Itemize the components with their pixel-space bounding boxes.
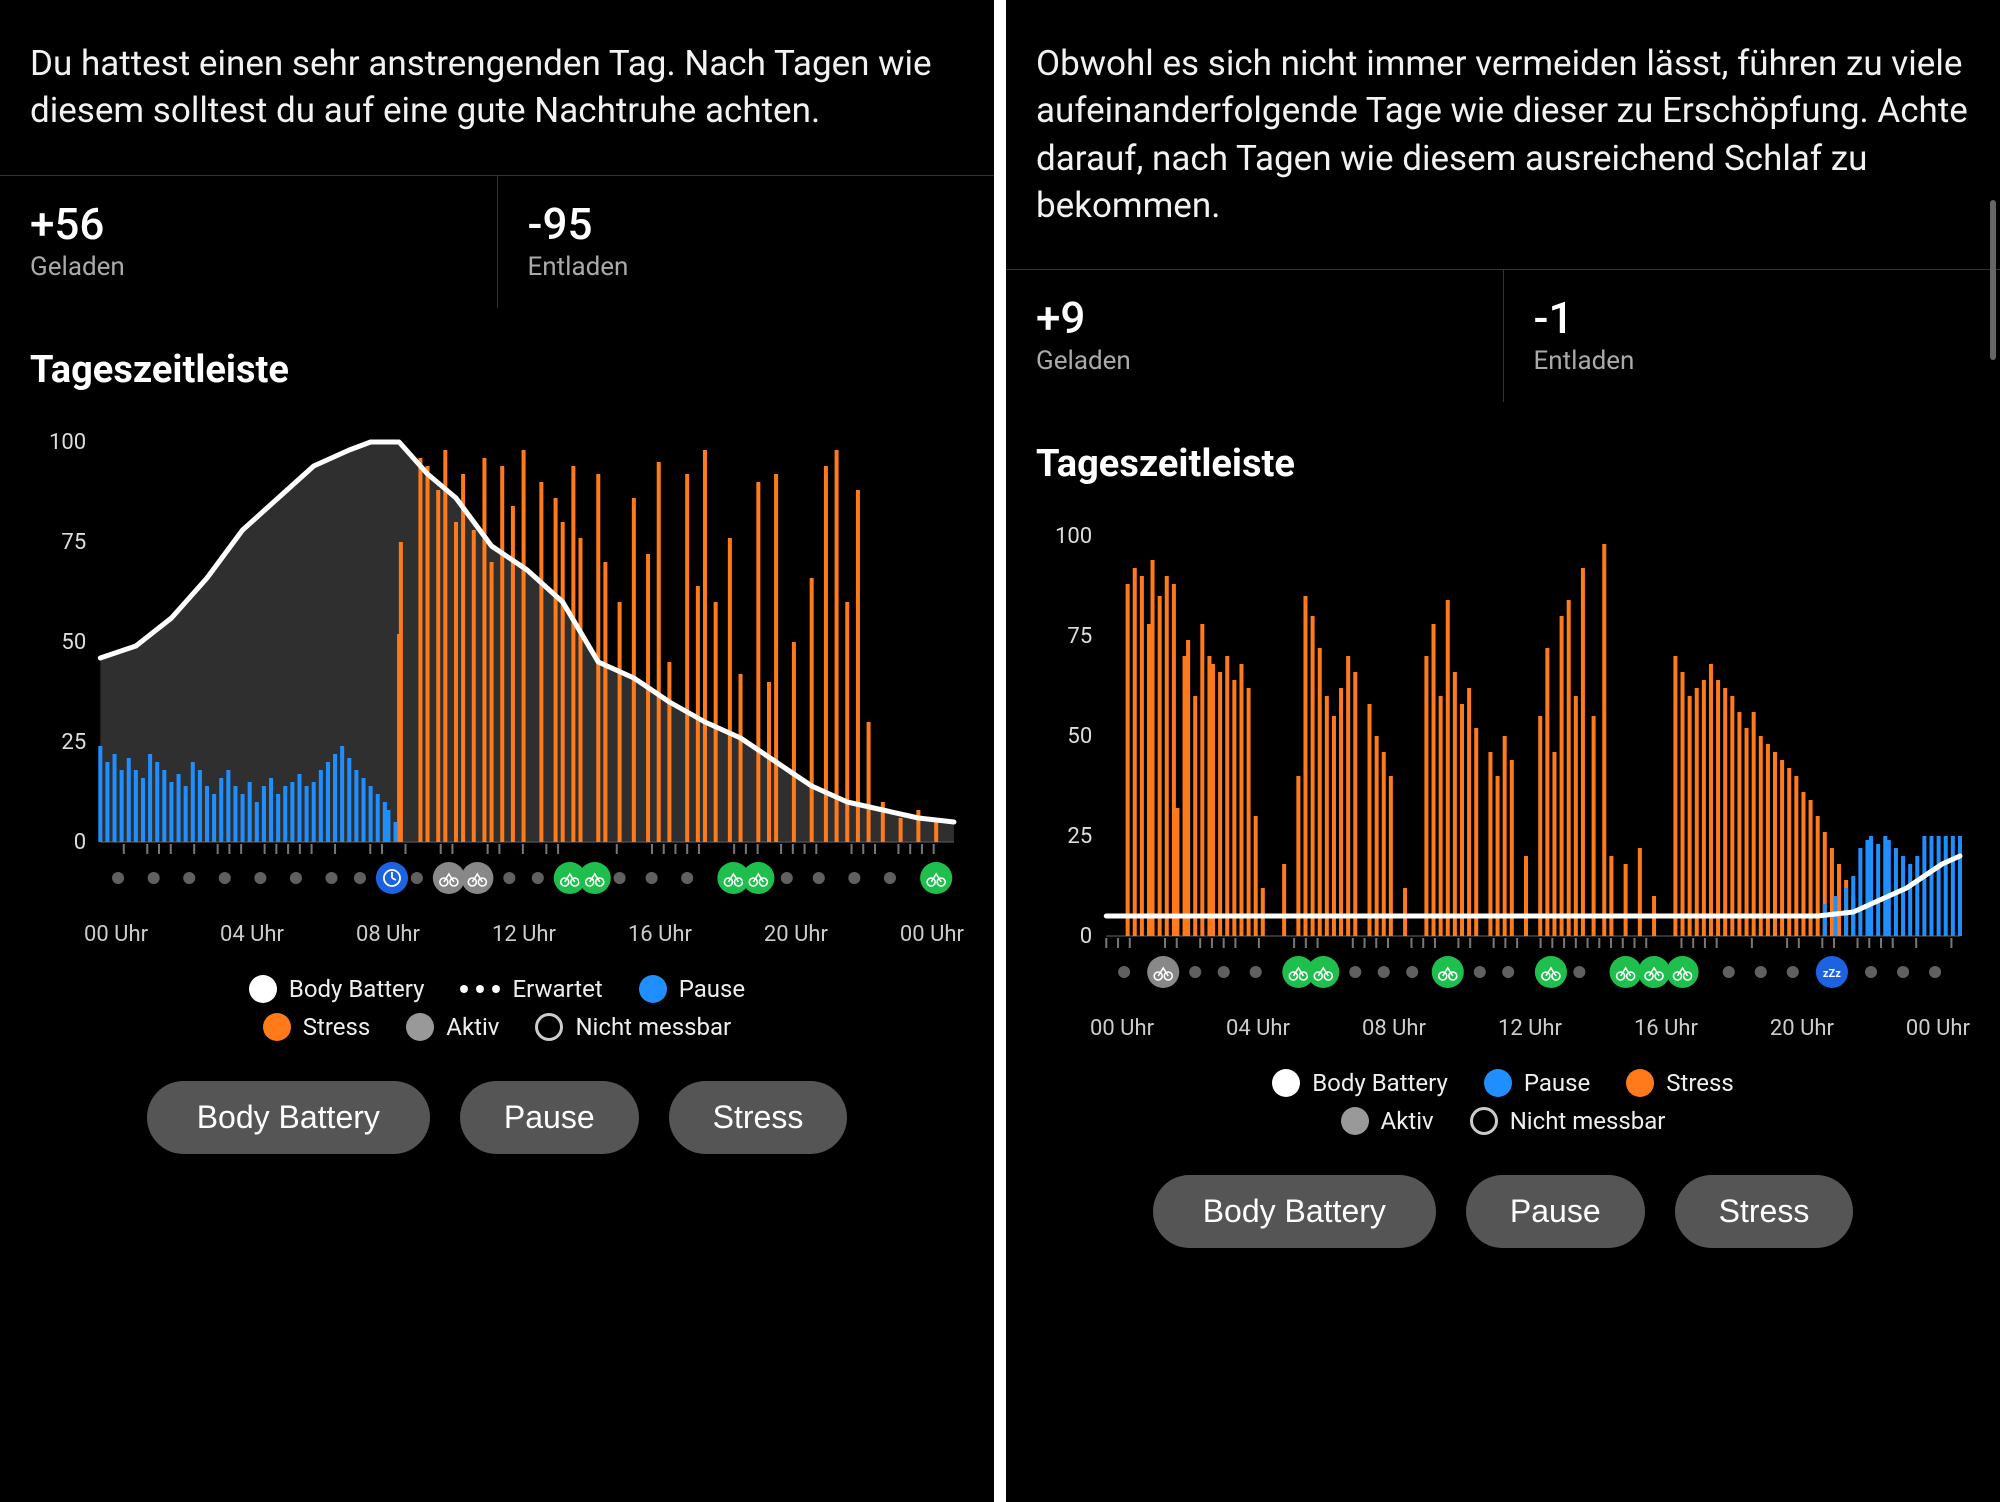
scrollbar-indicator[interactable] — [1990, 200, 1996, 360]
svg-text:75: 75 — [61, 530, 86, 555]
stat-drained-value: -1 — [1534, 292, 1971, 344]
x-tick-label: 08 Uhr — [1362, 1016, 1426, 1041]
color-swatch-icon — [1341, 1107, 1369, 1135]
timeline-chart[interactable]: 0 25 50 75 100 zZz — [1036, 526, 1970, 1006]
filter-button-pause[interactable]: Pause — [1466, 1175, 1645, 1248]
legend-item-pause: Pause — [1484, 1069, 1590, 1097]
legend-item-aktiv: Aktiv — [1341, 1107, 1434, 1135]
legend-label: Aktiv — [446, 1013, 499, 1041]
chart-svg: 0 25 50 75 100 zZz — [1036, 526, 1970, 1006]
stat-drained[interactable]: -1 Entladen — [1503, 269, 2000, 402]
x-tick-label: 00 Uhr — [84, 922, 148, 947]
stat-charged-value: +56 — [30, 198, 467, 250]
dotted-line-icon — [460, 985, 500, 993]
stat-charged[interactable]: +56 Geladen — [0, 175, 497, 308]
color-swatch-icon — [639, 975, 667, 1003]
timeline-chart[interactable]: 0 25 50 75 100 — [30, 432, 964, 912]
color-swatch-icon — [1272, 1069, 1300, 1097]
summary-text: Du hattest einen sehr anstrengenden Tag.… — [30, 40, 964, 135]
filter-button-stress[interactable]: Stress — [1675, 1175, 1854, 1248]
stat-drained-label: Entladen — [528, 252, 965, 282]
stats-row: +9 Geladen -1 Entladen — [1006, 269, 2000, 402]
legend-item-nicht: Nicht messbar — [1470, 1107, 1666, 1135]
x-tick-label: 04 Uhr — [220, 922, 284, 947]
stat-charged-label: Geladen — [1036, 346, 1473, 376]
legend-item-aktiv: Aktiv — [406, 1013, 499, 1041]
color-swatch-icon — [1470, 1107, 1498, 1135]
legend-label: Aktiv — [1381, 1107, 1434, 1135]
x-tick-label: 12 Uhr — [1498, 1016, 1562, 1041]
filter-button-body-battery[interactable]: Body Battery — [1153, 1175, 1436, 1248]
legend-label: Body Battery — [1312, 1069, 1448, 1097]
legend-item-stress: Stress — [1626, 1069, 1734, 1097]
color-swatch-icon — [1626, 1069, 1654, 1097]
legend-label: Erwartet — [512, 975, 602, 1003]
legend-label: Pause — [679, 975, 745, 1003]
timeline-title: Tageszeitleiste — [30, 348, 964, 392]
color-swatch-icon — [406, 1013, 434, 1041]
timeline-title: Tageszeitleiste — [1036, 442, 1970, 486]
stat-charged-value: +9 — [1036, 292, 1473, 344]
summary-text: Obwohl es sich nicht immer vermeiden läs… — [1036, 40, 1970, 229]
panel-day-1: Du hattest einen sehr anstrengenden Tag.… — [0, 0, 994, 1502]
legend-item-pause: Pause — [639, 975, 745, 1003]
stats-row: +56 Geladen -95 Entladen — [0, 175, 994, 308]
chart-svg: 0 25 50 75 100 — [30, 432, 964, 912]
svg-text:75: 75 — [1067, 624, 1092, 649]
legend-item-erwartet: Erwartet — [460, 975, 602, 1003]
x-tick-label: 08 Uhr — [356, 922, 420, 947]
stat-drained[interactable]: -95 Entladen — [497, 175, 995, 308]
x-tick-label: 16 Uhr — [1634, 1016, 1698, 1041]
x-tick-label: 00 Uhr — [1090, 1016, 1154, 1041]
legend-item-body_battery: Body Battery — [1272, 1069, 1448, 1097]
x-tick-label: 04 Uhr — [1226, 1016, 1290, 1041]
svg-text:25: 25 — [61, 730, 86, 755]
legend-item-body_battery: Body Battery — [249, 975, 425, 1003]
x-tick-label: 00 Uhr — [900, 922, 964, 947]
x-tick-label: 20 Uhr — [1770, 1016, 1834, 1041]
svg-text:0: 0 — [74, 830, 86, 855]
legend-label: Stress — [303, 1013, 371, 1041]
svg-text:100: 100 — [49, 432, 86, 455]
filter-button-body-battery[interactable]: Body Battery — [147, 1081, 430, 1154]
stat-drained-value: -95 — [528, 198, 965, 250]
color-swatch-icon — [263, 1013, 291, 1041]
legend-label: Stress — [1666, 1069, 1734, 1097]
color-swatch-icon — [249, 975, 277, 1003]
legend-label: Nicht messbar — [1510, 1107, 1666, 1135]
legend-item-nicht: Nicht messbar — [535, 1013, 731, 1041]
svg-text:100: 100 — [1055, 526, 1092, 549]
legend: Body Battery Erwartet Pause Stress Aktiv Nich… — [30, 975, 964, 1051]
svg-text:50: 50 — [61, 630, 86, 655]
svg-text:0: 0 — [1080, 924, 1092, 949]
x-tick-label: 00 Uhr — [1906, 1016, 1970, 1041]
legend: Body Battery Pause Stress Aktiv Nicht messba… — [1036, 1069, 1970, 1145]
color-swatch-icon — [535, 1013, 563, 1041]
x-axis-labels: 00 Uhr 04 Uhr 08 Uhr 12 Uhr 16 Uhr 20 Uhr 00 U… — [30, 912, 964, 947]
x-tick-label: 20 Uhr — [764, 922, 828, 947]
stat-charged-label: Geladen — [30, 252, 467, 282]
x-tick-label: 12 Uhr — [492, 922, 556, 947]
legend-label: Pause — [1524, 1069, 1590, 1097]
legend-label: Nicht messbar — [575, 1013, 731, 1041]
svg-text:50: 50 — [1067, 724, 1092, 749]
filter-button-pause[interactable]: Pause — [460, 1081, 639, 1154]
filter-button-stress[interactable]: Stress — [669, 1081, 848, 1154]
legend-item-stress: Stress — [263, 1013, 371, 1041]
svg-text:zZz: zZz — [1823, 967, 1841, 980]
svg-text:25: 25 — [1067, 824, 1092, 849]
panel-day-2: Obwohl es sich nicht immer vermeiden läs… — [1006, 0, 2000, 1502]
color-swatch-icon — [1484, 1069, 1512, 1097]
filter-buttons: Body Battery Pause Stress — [1036, 1175, 1970, 1248]
filter-buttons: Body Battery Pause Stress — [30, 1081, 964, 1154]
stat-drained-label: Entladen — [1534, 346, 1971, 376]
x-tick-label: 16 Uhr — [628, 922, 692, 947]
x-axis-labels: 00 Uhr 04 Uhr 08 Uhr 12 Uhr 16 Uhr 20 Uhr 00 U… — [1036, 1006, 1970, 1041]
legend-label: Body Battery — [289, 975, 425, 1003]
stat-charged[interactable]: +9 Geladen — [1006, 269, 1503, 402]
